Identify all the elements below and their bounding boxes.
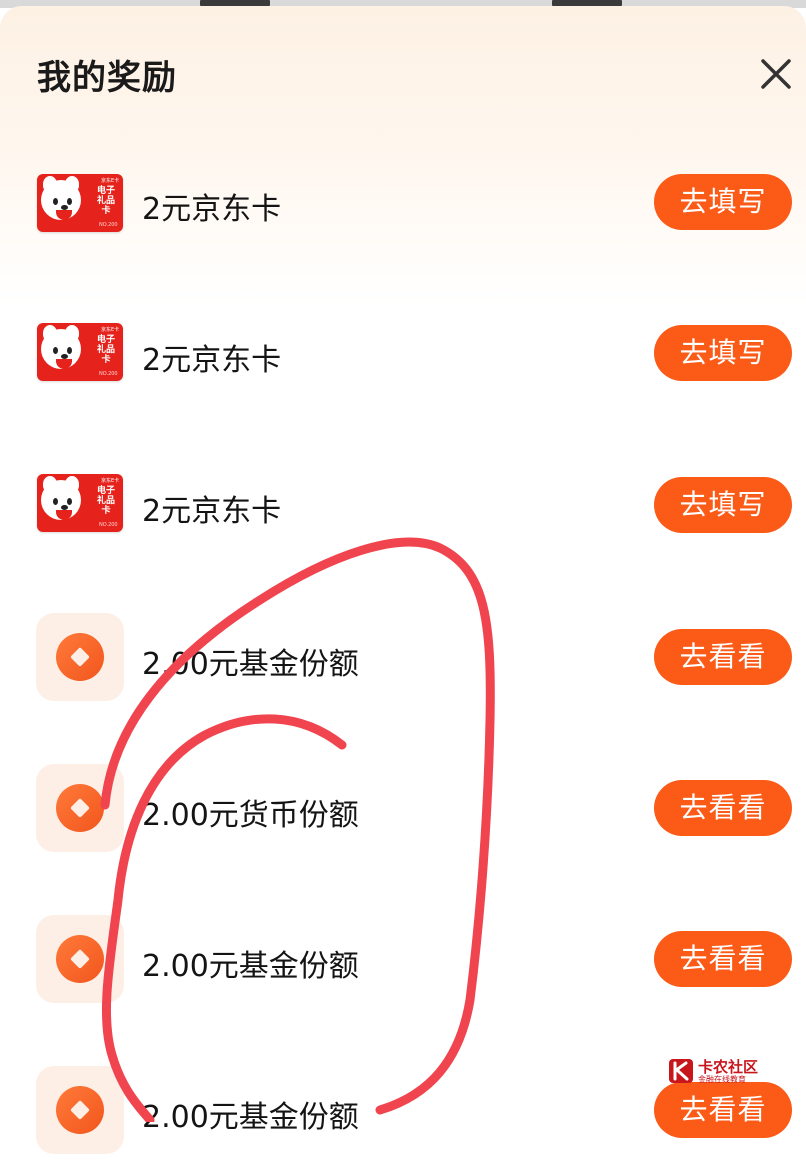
card-number-text: NO.200	[99, 522, 118, 528]
reward-label: 2.00元基金份额	[142, 949, 359, 984]
fill-in-button[interactable]: 去填写	[654, 325, 792, 381]
coin-icon	[36, 915, 124, 1003]
view-button[interactable]: 去看看	[654, 629, 792, 685]
reward-label: 2.00元货币份额	[142, 798, 359, 833]
reward-row: 京东E卡 电子礼品卡 NO.200 2元京东卡 去填写	[0, 444, 806, 564]
watermark-logo-icon	[669, 1059, 693, 1083]
sheet-title: 我的奖励	[37, 58, 177, 98]
reward-label: 2元京东卡	[142, 494, 282, 529]
card-brand-text: 京东E卡	[101, 178, 120, 184]
reward-label: 2元京东卡	[142, 192, 282, 227]
card-name-text: 电子礼品卡	[96, 186, 115, 216]
fill-in-button[interactable]: 去填写	[654, 174, 792, 230]
close-button[interactable]	[754, 52, 798, 96]
card-brand-text: 京东E卡	[101, 327, 120, 333]
reward-row: 2.00元基金份额 去看看	[0, 597, 806, 717]
view-button[interactable]: 去看看	[654, 931, 792, 987]
watermark: 卡农社区 金融在线教育	[668, 1056, 798, 1088]
close-icon	[761, 59, 791, 89]
fill-in-button[interactable]: 去填写	[654, 477, 792, 533]
card-number-text: NO.200	[99, 222, 118, 228]
coin-icon	[36, 613, 124, 701]
reward-label: 2元京东卡	[142, 343, 282, 378]
watermark-subtitle: 金融在线教育	[698, 1075, 746, 1084]
card-number-text: NO.200	[99, 371, 118, 377]
view-button[interactable]: 去看看	[654, 780, 792, 836]
card-name-text: 电子礼品卡	[96, 486, 115, 516]
card-name-text: 电子礼品卡	[96, 335, 115, 365]
card-brand-text: 京东E卡	[101, 478, 120, 484]
reward-row: 京东E卡 电子礼品卡 NO.200 2元京东卡 去填写	[0, 293, 806, 413]
reward-row: 2.00元货币份额 去看看	[0, 748, 806, 868]
jd-gift-card-icon: 京东E卡 电子礼品卡 NO.200	[37, 323, 123, 381]
jd-gift-card-icon: 京东E卡 电子礼品卡 NO.200	[37, 474, 123, 532]
coin-icon	[36, 1066, 124, 1154]
reward-label: 2.00元基金份额	[142, 1100, 359, 1135]
coin-icon	[36, 764, 124, 852]
reward-row: 2.00元基金份额 去看看	[0, 899, 806, 1019]
reward-label: 2.00元基金份额	[142, 647, 359, 682]
jd-gift-card-icon: 京东E卡 电子礼品卡 NO.200	[37, 174, 123, 232]
reward-row: 京东E卡 电子礼品卡 NO.200 2元京东卡 去填写	[0, 142, 806, 262]
view-button[interactable]: 去看看	[654, 1082, 792, 1138]
